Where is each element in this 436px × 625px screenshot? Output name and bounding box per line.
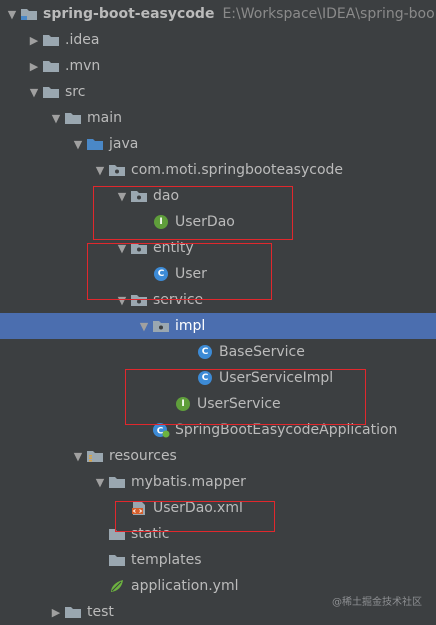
tree-item-label: UserServiceImpl [219, 370, 334, 386]
project-path: E:\Workspace\IDEA\spring-boo [222, 6, 435, 22]
tree-item-label: spring-boot-easycode [43, 6, 215, 22]
package-icon [152, 318, 170, 334]
tree-item-label: BaseService [219, 344, 305, 360]
tree-item-label: com.moti.springbooteasycode [131, 162, 344, 178]
expand-arrow-icon[interactable]: ▼ [48, 105, 64, 131]
package-icon [130, 240, 148, 256]
folder-icon [108, 474, 126, 490]
tree-item-service[interactable]: ▼ service [0, 287, 436, 313]
tree-item-label: .idea [65, 32, 100, 48]
expand-arrow-icon[interactable]: ▼ [136, 313, 152, 339]
tree-item-label: dao [153, 188, 180, 204]
tree-item-label: impl [175, 318, 206, 334]
folder-icon [64, 604, 82, 620]
expand-arrow-icon[interactable]: ▼ [70, 443, 86, 469]
tree-item-label: application.yml [131, 578, 239, 594]
tree-item-label: UserDao.xml [153, 500, 243, 516]
expand-arrow-icon[interactable]: ▼ [26, 79, 42, 105]
expand-arrow-icon[interactable]: ▼ [114, 235, 130, 261]
tree-item-label: User [175, 266, 207, 282]
tree-item-label: .mvn [65, 58, 101, 74]
package-icon [130, 292, 148, 308]
class-icon: C [152, 266, 170, 282]
tree-item-label: UserService [197, 396, 281, 412]
expand-arrow-icon[interactable]: ▼ [114, 287, 130, 313]
tree-item-label: UserDao [175, 214, 235, 230]
class-icon: C [196, 370, 214, 386]
tree-item-mvn[interactable]: ▶ .mvn [0, 53, 436, 79]
tree-item-impl[interactable]: ▼ impl [0, 313, 436, 339]
tree-item-label: templates [131, 552, 202, 568]
tree-item-user[interactable]: C User [0, 261, 436, 287]
tree-item-label: java [109, 136, 139, 152]
tree-item-java[interactable]: ▼ java [0, 131, 436, 157]
folder-icon [42, 84, 60, 100]
tree-item-templates[interactable]: templates [0, 547, 436, 573]
interface-icon: I [152, 214, 170, 230]
folder-icon [42, 32, 60, 48]
tree-item-entity[interactable]: ▼ entity [0, 235, 436, 261]
module-folder-icon [20, 6, 38, 22]
expand-arrow-icon[interactable]: ▼ [70, 131, 86, 157]
tree-item-label: mybatis.mapper [131, 474, 246, 490]
tree-item-src[interactable]: ▼ src [0, 79, 436, 105]
expand-arrow-icon[interactable]: ▼ [92, 469, 108, 495]
folder-icon [108, 552, 126, 568]
collapse-arrow-icon[interactable]: ▶ [26, 27, 42, 53]
tree-item-resources[interactable]: ▼ resources [0, 443, 436, 469]
yml-file-icon [108, 578, 126, 594]
expand-arrow-icon[interactable]: ▼ [4, 1, 20, 27]
tree-item-userdao[interactable]: I UserDao [0, 209, 436, 235]
tree-item-mybatis-mapper[interactable]: ▼ mybatis.mapper [0, 469, 436, 495]
class-icon: C [196, 344, 214, 360]
collapse-arrow-icon[interactable]: ▶ [26, 53, 42, 79]
tree-item-label: static [131, 526, 170, 542]
tree-item-label: service [153, 292, 204, 308]
svg-text:C: C [157, 427, 164, 437]
tree-item-root-package[interactable]: ▼ com.moti.springbooteasycode [0, 157, 436, 183]
source-folder-icon [86, 136, 104, 152]
tree-item-label: resources [109, 448, 177, 464]
tree-item-baseservice[interactable]: C BaseService [0, 339, 436, 365]
interface-icon: I [174, 396, 192, 412]
tree-item-main[interactable]: ▼ main [0, 105, 436, 131]
tree-item-dao[interactable]: ▼ dao [0, 183, 436, 209]
tree-item-application-class[interactable]: C SpringBootEasycodeApplication [0, 417, 436, 443]
package-icon [108, 162, 126, 178]
tree-item-project-root[interactable]: ▼ spring-boot-easycode E:\Workspace\IDEA\s… [0, 1, 436, 27]
folder-icon [108, 526, 126, 542]
tree-item-static[interactable]: static [0, 521, 436, 547]
spring-boot-class-icon: C [152, 422, 170, 438]
tree-item-label: entity [153, 240, 194, 256]
tree-item-userdao-xml[interactable]: UserDao.xml [0, 495, 436, 521]
tree-item-label: test [87, 604, 114, 620]
resources-folder-icon [86, 448, 104, 464]
package-icon [130, 188, 148, 204]
folder-icon [64, 110, 82, 126]
tree-item-userserviceimpl[interactable]: C UserServiceImpl [0, 365, 436, 391]
watermark: @稀土掘金技术社区 [332, 597, 422, 608]
folder-icon [42, 58, 60, 74]
tree-item-userservice[interactable]: I UserService [0, 391, 436, 417]
expand-arrow-icon[interactable]: ▼ [92, 157, 108, 183]
tree-item-label: main [87, 110, 122, 126]
tree-item-label: src [65, 84, 86, 100]
tree-item-label: SpringBootEasycodeApplication [175, 422, 398, 438]
xml-file-icon [130, 500, 148, 516]
expand-arrow-icon[interactable]: ▼ [114, 183, 130, 209]
collapse-arrow-icon[interactable]: ▶ [48, 599, 64, 625]
tree-item-idea[interactable]: ▶ .idea [0, 27, 436, 53]
project-tree: ▼ spring-boot-easycode E:\Workspace\IDEA\s… [0, 0, 436, 621]
